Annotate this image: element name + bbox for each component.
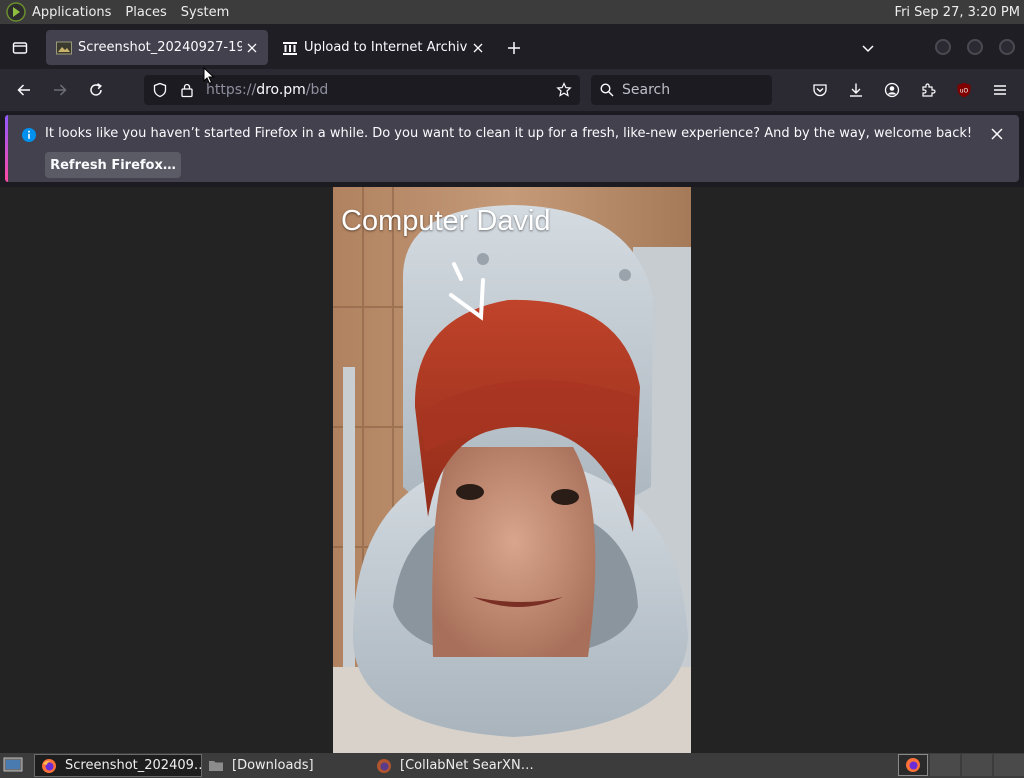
app-menu-button[interactable]	[986, 76, 1014, 104]
applications-menu-label: Applications	[32, 4, 112, 20]
forward-button[interactable]	[46, 76, 74, 104]
media-frame[interactable]: Computer David	[333, 187, 691, 753]
notification-close-button[interactable]	[987, 124, 1007, 144]
pocket-icon	[813, 84, 827, 97]
internet-archive-icon	[283, 41, 297, 55]
folder-icon	[209, 760, 223, 771]
lock-icon[interactable]	[179, 82, 195, 98]
pocket-button[interactable]	[806, 76, 834, 104]
url-path: /bd	[305, 82, 329, 98]
tab-screenshot[interactable]: Screenshot_20240927-191	[46, 30, 268, 65]
tab-title: Screenshot_20240927-191	[78, 40, 242, 55]
refresh-firefox-button[interactable]: Refresh Firefox…	[45, 152, 181, 178]
search-icon	[600, 83, 614, 97]
panel-clock[interactable]: Fri Sep 27, 3:20 PM	[895, 0, 1020, 24]
ublock-origin-icon: uO	[957, 82, 971, 98]
navigation-toolbar: https://dro.pm/bd Search uO	[0, 69, 1024, 111]
puzzle-icon	[922, 83, 936, 97]
workspace-4[interactable]	[994, 754, 1024, 776]
tab-upload-internet-archive[interactable]: Upload to Internet Archive	[272, 30, 494, 65]
notification-message: It looks like you haven’t started Firefo…	[45, 126, 973, 141]
tab-close-button[interactable]	[242, 38, 262, 58]
workspace-switcher[interactable]	[898, 754, 928, 776]
page-content: Computer David	[0, 187, 1024, 753]
download-icon	[850, 83, 862, 97]
reload-icon	[90, 83, 102, 96]
taskbar-item-downloads[interactable]: [Downloads]	[202, 754, 370, 777]
bookmark-star-icon[interactable]	[556, 82, 572, 98]
firefox-view-button[interactable]	[8, 36, 32, 60]
tab-close-button[interactable]	[468, 38, 488, 58]
downloads-button[interactable]	[842, 76, 870, 104]
url-text: https://dro.pm/bd	[206, 75, 328, 105]
account-button[interactable]	[878, 76, 906, 104]
taskbar-item-screenshot[interactable]: Screenshot_202409…	[34, 754, 202, 777]
search-placeholder: Search	[622, 82, 671, 98]
hamburger-menu-icon	[994, 85, 1006, 95]
arrow-left-icon	[17, 84, 30, 96]
refresh-firefox-notification: It looks like you haven’t started Firefo…	[5, 115, 1019, 182]
workspace-2[interactable]	[930, 754, 960, 776]
extensions-button[interactable]	[914, 76, 942, 104]
firefox-icon	[42, 758, 56, 773]
close-icon	[991, 128, 1003, 140]
close-icon	[473, 43, 483, 52]
taskbar-item-label: [Downloads]	[232, 758, 314, 773]
show-desktop-icon	[3, 757, 23, 772]
image-favicon-icon	[56, 41, 72, 54]
account-icon	[884, 82, 900, 98]
places-menu-label: Places	[125, 4, 167, 20]
tab-title: Upload to Internet Archive	[304, 40, 468, 55]
show-desktop-button[interactable]	[3, 757, 23, 773]
list-all-tabs-button[interactable]	[856, 36, 880, 60]
system-menu-label: System	[180, 4, 230, 20]
search-bar[interactable]: Search	[591, 75, 772, 105]
reload-button[interactable]	[82, 76, 110, 104]
notification-accent-stripe	[5, 115, 8, 182]
taskbar-item-label: Screenshot_202409…	[65, 758, 202, 773]
new-tab-button[interactable]	[502, 36, 526, 60]
taskbar-item-label: [CollabNet SearXN…	[400, 758, 534, 773]
applications-menu[interactable]: Applications	[0, 0, 118, 24]
close-window-button[interactable]	[999, 39, 1015, 55]
ublock-origin-button[interactable]: uO	[950, 76, 978, 104]
applications-logo-icon	[6, 2, 26, 22]
firefox-view-icon	[12, 42, 28, 54]
close-icon	[247, 43, 257, 52]
workspace-3[interactable]	[962, 754, 992, 776]
svg-text:uO: uO	[960, 88, 969, 95]
toilet-character-image	[333, 187, 691, 753]
tracking-protection-shield-icon[interactable]	[152, 82, 168, 98]
info-icon	[22, 128, 36, 142]
top-panel: Applications Places System Fri Sep 27, 3…	[0, 0, 1024, 24]
back-button[interactable]	[10, 76, 38, 104]
bottom-taskbar: Screenshot_202409… [Downloads] [CollabNe…	[0, 753, 1024, 778]
url-host: dro.pm	[256, 82, 306, 98]
places-menu[interactable]: Places	[118, 0, 173, 24]
maximize-button[interactable]	[967, 39, 983, 55]
minimize-button[interactable]	[935, 39, 951, 55]
tab-bar: Screenshot_20240927-191 Upload to Intern…	[0, 24, 1024, 69]
chevron-down-icon	[862, 45, 874, 53]
firefox-icon	[377, 758, 391, 773]
mouse-cursor-icon	[203, 67, 215, 85]
system-menu[interactable]: System	[174, 0, 236, 24]
arrow-right-icon	[54, 84, 67, 96]
taskbar-item-collabnet-searxng[interactable]: [CollabNet SearXN…	[370, 754, 538, 777]
video-caption: Computer David	[341, 205, 551, 237]
plus-icon	[508, 42, 520, 54]
firefox-icon	[906, 758, 920, 772]
